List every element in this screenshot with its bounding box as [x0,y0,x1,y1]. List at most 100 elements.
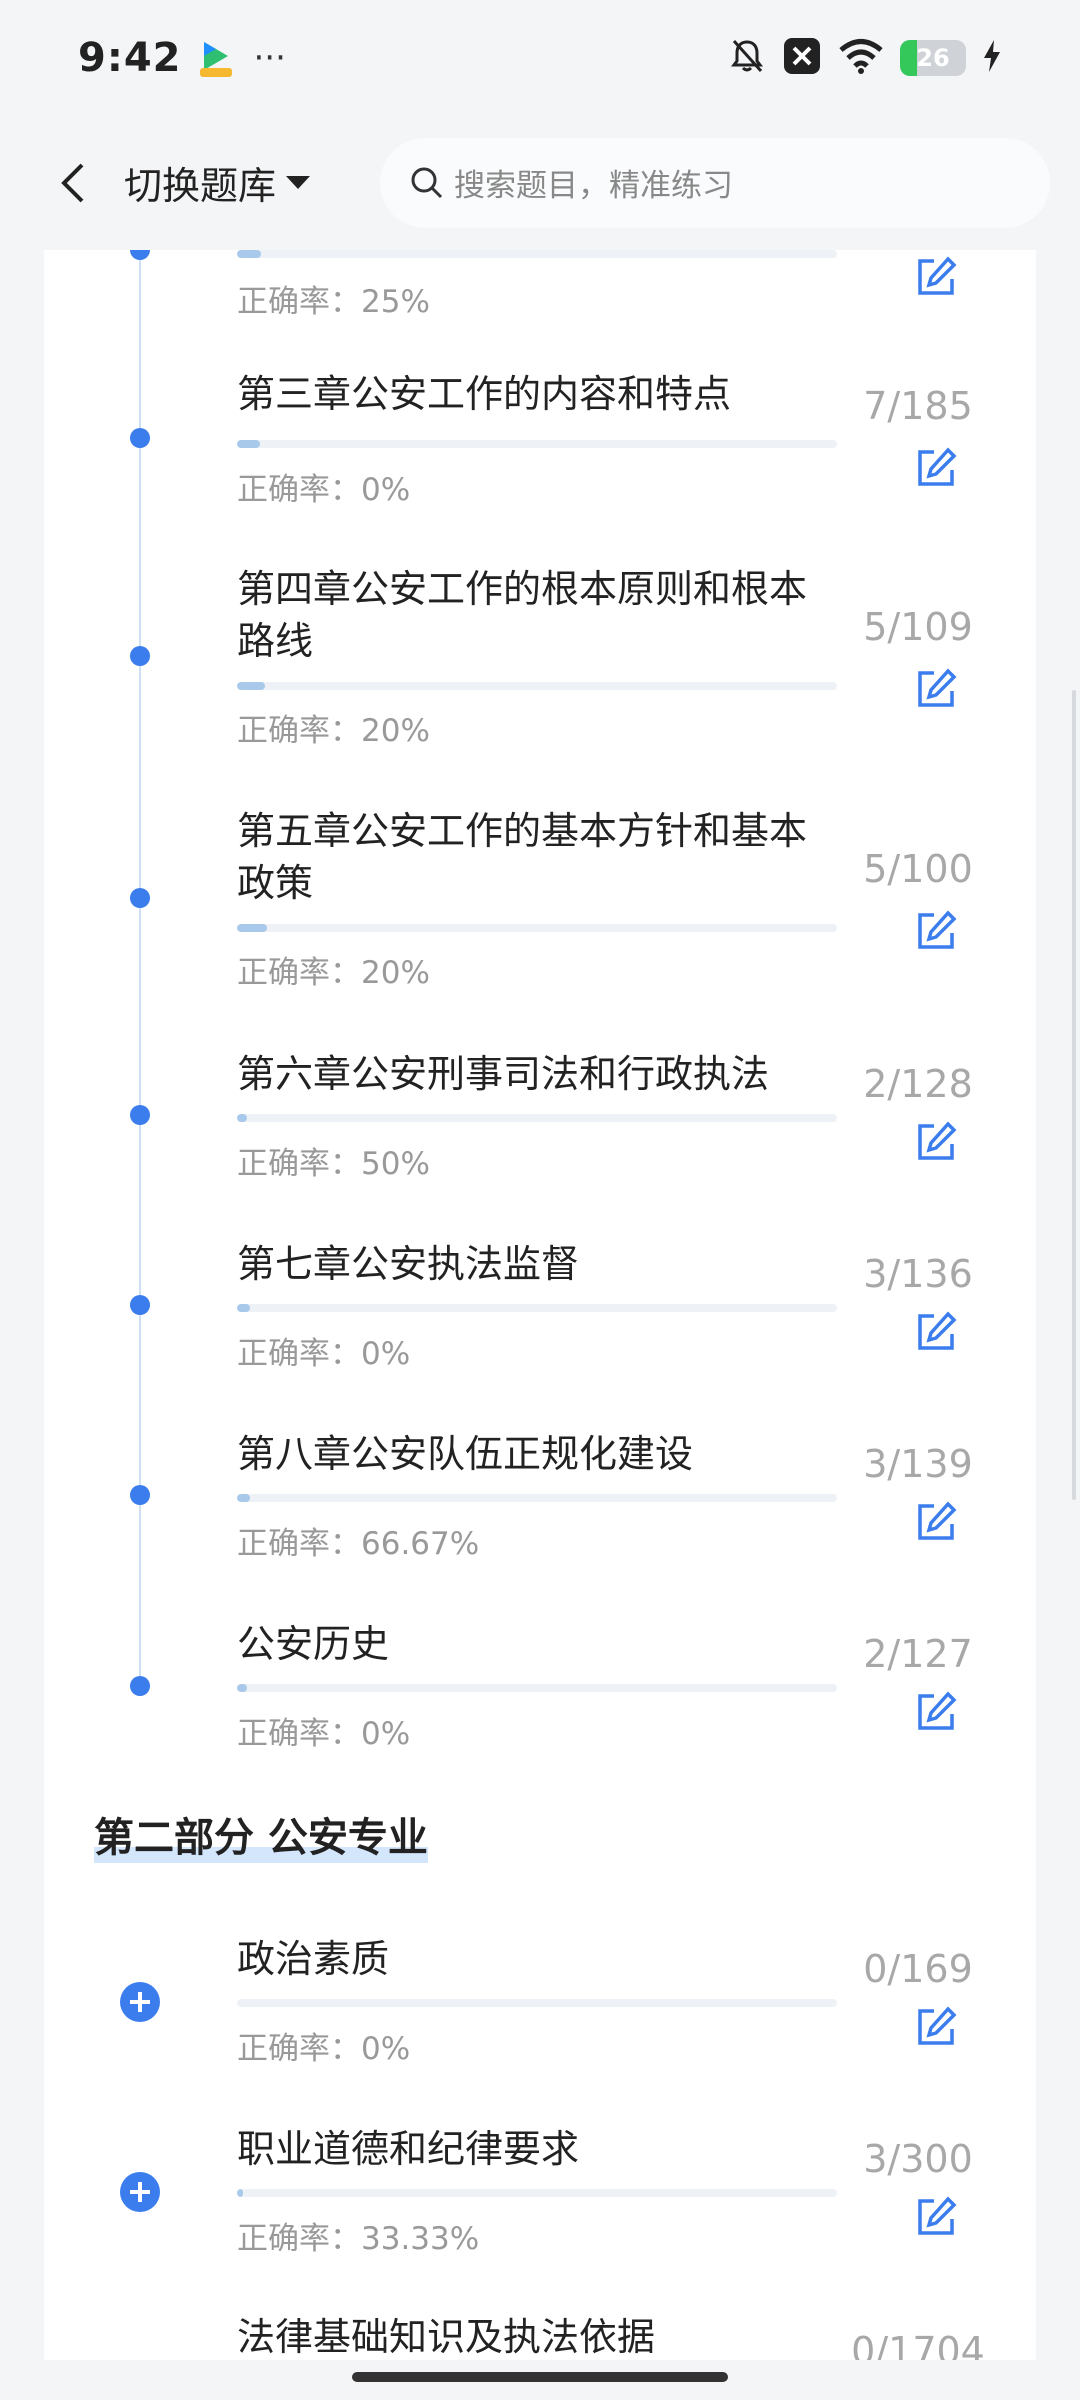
subject-title: 政治素质 [237,1937,390,1981]
chapter-item[interactable]: 第六章公安刑事司法和行政执法 正确率：50% 2/128 [44,1040,1036,1230]
chapter-item[interactable]: 第三章公安工作的内容和特点 正确率：0% 7/185 [44,360,1036,550]
progress-bar [237,924,837,932]
edit-icon[interactable] [914,1500,958,1544]
accuracy-label: 正确率： [237,1336,361,1372]
bell-muted-icon [728,37,766,79]
edit-icon[interactable] [914,446,958,490]
accuracy-text: 正确率：66.67% [237,1518,479,1563]
accuracy-value: 0% [361,1716,411,1752]
status-time: 9:42 [78,34,182,81]
switch-library-dropdown[interactable]: 切换题库 [124,155,311,210]
wifi-icon [838,37,884,79]
accuracy-label: 正确率： [237,713,361,749]
chapter-title: 第六章公安刑事司法和行政执法 [237,1052,770,1096]
timeline-dot [130,1105,150,1125]
accuracy-value: 0% [361,1336,411,1372]
accuracy-value: 66.67% [361,1526,480,1562]
edit-icon[interactable] [914,909,958,953]
home-indicator[interactable] [352,2372,728,2382]
battery-icon: 26 [900,39,966,76]
chapter-item[interactable]: 第五章公安工作的基本方针和基本政策 正确率：20% 5/100 [44,797,1036,1037]
progress-bar [237,250,837,258]
progress-fill [237,1494,251,1502]
edit-icon[interactable] [914,2195,958,2239]
progress-fill [237,924,267,932]
subject-item[interactable]: 政治素质 正确率：0% 0/169 [44,1925,1036,2115]
accuracy-value: 0% [361,2031,411,2067]
accuracy-text: 正确率：33.33% [237,2213,479,2258]
accuracy-value: 20% [361,955,430,991]
progress-fill [237,440,260,448]
progress-fill [237,250,261,258]
back-button[interactable] [38,148,108,218]
chapter-list-card: 正确率：25% 第三章公安工作的内容和特点 正确率：0% 7/185 第四章公安… [44,250,1036,2360]
question-count: 0/1704 [851,2329,985,2360]
chapter-item[interactable]: 正确率：25% [44,250,1036,340]
progress-bar [237,682,837,690]
progress-bar [237,1684,837,1692]
chapter-title: 第四章公安工作的根本原则和根本路线 [237,567,808,663]
progress-bar [237,1494,837,1502]
chapter-title: 第八章公安队伍正规化建设 [237,1432,694,1476]
progress-fill [237,682,265,690]
subject-title: 法律基础知识及执法依据 [237,2315,656,2359]
edit-icon[interactable] [914,2005,958,2049]
expand-plus-icon[interactable] [120,1982,160,2022]
chapter-item[interactable]: 第七章公安执法监督 正确率：0% 3/136 [44,1230,1036,1420]
timeline-dot [130,1676,150,1696]
question-count: 7/185 [863,384,973,428]
edit-icon[interactable] [914,667,958,711]
search-icon [411,167,443,198]
charging-bolt-icon [982,38,1002,78]
timeline-dot [130,428,150,448]
search-placeholder: 搜索题目，精准练习 [454,168,734,204]
accuracy-label: 正确率： [237,2031,361,2067]
more-notifications-icon: ··· [253,37,286,78]
edit-icon[interactable] [914,255,958,299]
timeline-dot [130,250,150,260]
accuracy-label: 正确率： [237,472,361,508]
accuracy-text: 正确率：20% [237,947,430,992]
chapter-title: 第七章公安执法监督 [237,1242,580,1286]
chapter-item[interactable]: 第四章公安工作的根本原则和根本路线 正确率：20% 5/109 [44,555,1036,795]
expand-plus-icon[interactable] [120,2172,160,2212]
question-count: 5/109 [863,605,973,649]
accuracy-text: 正确率：20% [237,705,430,750]
question-count: 0/169 [863,1947,973,1991]
timeline-dot [130,1485,150,1505]
accuracy-value: 25% [361,284,430,320]
edit-icon[interactable] [914,1310,958,1354]
search-input[interactable]: 搜索题目，精准练习 [380,137,1051,228]
progress-fill [237,1684,247,1692]
progress-fill [237,1114,247,1122]
accuracy-text: 正确率：0% [237,2023,410,2068]
battery-fill [900,39,918,76]
accuracy-label: 正确率： [237,2221,361,2257]
chapter-item[interactable]: 公安历史 正确率：0% 2/127 [44,1610,1036,1800]
subject-item[interactable]: 职业道德和纪律要求 正确率：33.33% 3/300 [44,2115,1036,2305]
edit-icon[interactable] [914,1690,958,1734]
accuracy-label: 正确率： [237,955,361,991]
subject-item[interactable]: 法律基础知识及执法依据 0/1704 [44,2303,1036,2360]
question-count: 3/139 [863,1442,973,1486]
edit-icon[interactable] [914,1120,958,1164]
chapter-title: 第三章公安工作的内容和特点 [237,372,732,416]
battery-level: 26 [916,43,950,72]
chapter-item[interactable]: 第八章公安队伍正规化建设 正确率：66.67% 3/139 [44,1420,1036,1610]
progress-fill [237,1304,251,1312]
chevron-left-icon [61,163,84,202]
accuracy-text: 正确率：0% [237,464,410,509]
accuracy-value: 20% [361,713,430,749]
status-bar: 9:42 ··· 26 [0,0,1080,115]
accuracy-label: 正确率： [237,284,361,320]
progress-bar [237,1999,837,2007]
subject-title: 职业道德和纪律要求 [237,2127,580,2171]
progress-bar [237,1114,837,1122]
accuracy-text: 正确率：25% [237,276,430,321]
scrollbar[interactable] [1072,690,1076,1500]
switch-library-label: 切换题库 [124,164,277,208]
accuracy-label: 正确率： [237,1716,361,1752]
accuracy-text: 正确率：50% [237,1138,430,1183]
close-box-icon [782,36,822,80]
question-count: 2/128 [863,1062,973,1106]
